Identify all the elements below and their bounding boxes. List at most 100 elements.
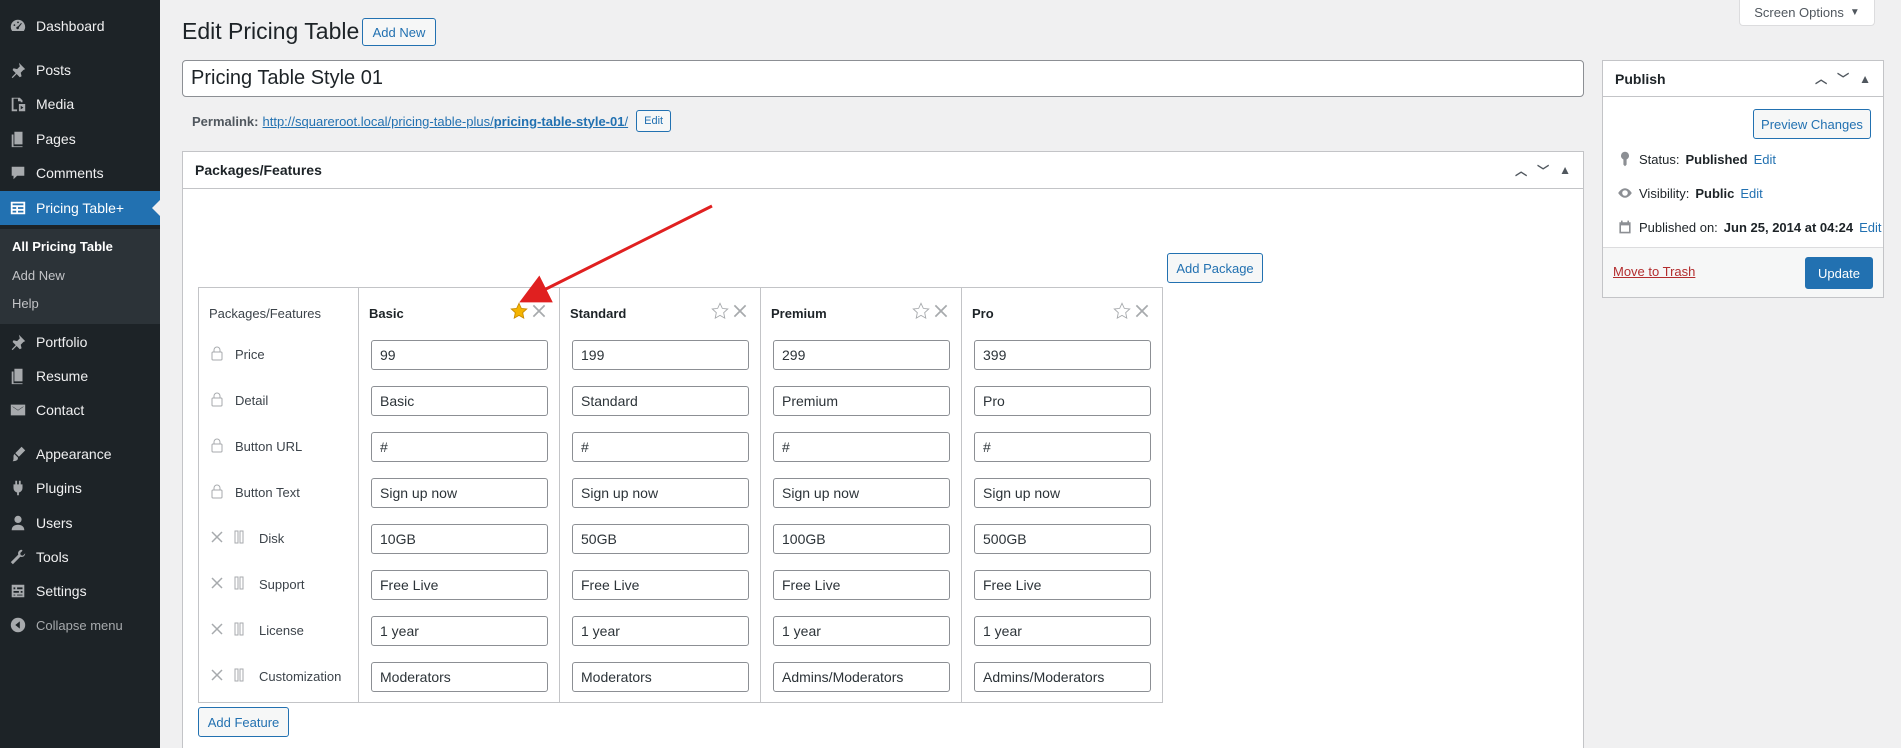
pricing-table-submenu: All Pricing Table Add New Help: [0, 229, 160, 324]
sidebar-item-plugins[interactable]: Plugins: [0, 471, 160, 505]
update-button[interactable]: Update: [1805, 257, 1873, 289]
package-value-input[interactable]: 50GB: [572, 524, 749, 554]
preview-changes-button[interactable]: Preview Changes: [1753, 109, 1871, 139]
submenu-item-all-pricing-table[interactable]: All Pricing Table: [12, 239, 113, 254]
dashboard-icon: [0, 17, 36, 35]
submenu-item-add-new[interactable]: Add New: [12, 268, 65, 283]
package-value-input[interactable]: 500GB: [974, 524, 1151, 554]
sidebar-item-collapse-menu[interactable]: Collapse menu: [0, 608, 160, 642]
star-filled-icon[interactable]: [510, 302, 528, 323]
package-value-input[interactable]: 99: [371, 340, 548, 370]
visibility-row: Visibility: Public Edit: [1617, 185, 1763, 201]
package-value-input[interactable]: Standard: [572, 386, 749, 416]
remove-feature-icon[interactable]: [209, 667, 225, 686]
remove-feature-icon[interactable]: [209, 575, 225, 594]
sidebar-item-users[interactable]: Users: [0, 506, 160, 540]
add-package-button[interactable]: Add Package: [1167, 253, 1263, 283]
package-value-input[interactable]: Sign up now: [572, 478, 749, 508]
package-value-input[interactable]: 199: [572, 340, 749, 370]
package-value-input[interactable]: Free Live: [371, 570, 548, 600]
package-value-input[interactable]: Premium: [773, 386, 950, 416]
remove-feature-icon[interactable]: [209, 621, 225, 640]
package-value-input[interactable]: 1 year: [572, 616, 749, 646]
sidebar-item-settings[interactable]: Settings: [0, 574, 160, 608]
package-value-input[interactable]: 1 year: [773, 616, 950, 646]
features-column-header: Packages/Features: [209, 306, 322, 321]
package-value-input[interactable]: Sign up now: [773, 478, 950, 508]
star-icon[interactable]: [711, 302, 729, 323]
sidebar-item-pages[interactable]: Pages: [0, 122, 160, 156]
sidebar-item-media[interactable]: Media: [0, 87, 160, 121]
star-icon[interactable]: [912, 302, 930, 323]
package-value-input[interactable]: 1 year: [371, 616, 548, 646]
remove-package-icon[interactable]: [1133, 302, 1151, 323]
feature-name: Detail: [235, 393, 269, 408]
collapse-icon: [0, 616, 36, 634]
package-value-input[interactable]: Free Live: [974, 570, 1151, 600]
screen-options-button[interactable]: Screen Options ▼: [1739, 0, 1875, 26]
lock-icon: [209, 345, 225, 364]
sidebar-item-label: Tools: [36, 549, 69, 565]
package-value-input[interactable]: 100GB: [773, 524, 950, 554]
package-value-input[interactable]: Sign up now: [371, 478, 548, 508]
move-to-trash-link[interactable]: Move to Trash: [1613, 264, 1695, 279]
sidebar-item-comments[interactable]: Comments: [0, 156, 160, 190]
sidebar-item-resume[interactable]: Resume: [0, 359, 160, 393]
package-column: Pro 399 Pro # Sign up now 500GB Free Live 1 yea…: [962, 288, 1163, 702]
package-value-input[interactable]: #: [572, 432, 749, 462]
sidebar-item-appearance[interactable]: Appearance: [0, 437, 160, 471]
package-value-input[interactable]: #: [974, 432, 1151, 462]
pricing-table-grid: Packages/Features Price Detail Button URL Bu…: [198, 287, 1163, 703]
submenu-item-help[interactable]: Help: [12, 296, 39, 311]
sidebar-item-pricing-table[interactable]: Pricing Table+: [0, 191, 160, 225]
drag-handle-icon[interactable]: [231, 529, 247, 548]
package-value-input[interactable]: Basic: [371, 386, 548, 416]
remove-feature-icon[interactable]: [209, 529, 225, 548]
move-down-icon[interactable]: ﹀: [1537, 162, 1549, 179]
lock-icon: [209, 483, 225, 502]
sidebar-item-label: Plugins: [36, 480, 82, 496]
calendar-icon: [1619, 220, 1631, 234]
toggle-panel-icon[interactable]: ▲: [1559, 163, 1571, 177]
package-value-input[interactable]: Moderators: [572, 662, 749, 692]
package-value-input[interactable]: 399: [974, 340, 1151, 370]
sidebar-item-portfolio[interactable]: Portfolio: [0, 325, 160, 359]
add-feature-button[interactable]: Add Feature: [198, 707, 289, 737]
package-value-input[interactable]: 1 year: [974, 616, 1151, 646]
edit-status-link[interactable]: Edit: [1754, 152, 1776, 167]
package-value-input[interactable]: Admins/Moderators: [773, 662, 950, 692]
package-value-input[interactable]: 299: [773, 340, 950, 370]
move-down-icon[interactable]: ﹀: [1837, 70, 1849, 87]
package-value-input[interactable]: #: [371, 432, 548, 462]
move-up-icon[interactable]: ︿: [1815, 70, 1827, 87]
remove-package-icon[interactable]: [530, 302, 548, 323]
permalink-link[interactable]: http://squareroot.local/pricing-table-pl…: [262, 114, 628, 129]
sidebar-item-dashboard[interactable]: Dashboard: [0, 9, 160, 43]
sidebar-item-posts[interactable]: Posts: [0, 53, 160, 87]
package-value-input[interactable]: 10GB: [371, 524, 548, 554]
package-value-input[interactable]: Free Live: [572, 570, 749, 600]
toggle-panel-icon[interactable]: ▲: [1859, 72, 1871, 86]
edit-visibility-link[interactable]: Edit: [1740, 186, 1762, 201]
drag-handle-icon[interactable]: [231, 621, 247, 640]
add-new-button[interactable]: Add New: [362, 18, 436, 46]
remove-package-icon[interactable]: [731, 302, 749, 323]
drag-handle-icon[interactable]: [231, 575, 247, 594]
admin-sidebar: Dashboard Posts Media Pages Comments Pricing …: [0, 0, 160, 748]
remove-package-icon[interactable]: [932, 302, 950, 323]
package-value-input[interactable]: Sign up now: [974, 478, 1151, 508]
sidebar-item-contact[interactable]: Contact: [0, 393, 160, 427]
drag-handle-icon[interactable]: [231, 667, 247, 686]
post-title-input[interactable]: Pricing Table Style 01: [182, 60, 1584, 97]
package-value-input[interactable]: Free Live: [773, 570, 950, 600]
package-value-input[interactable]: #: [773, 432, 950, 462]
package-value-input[interactable]: Moderators: [371, 662, 548, 692]
edit-date-link[interactable]: Edit: [1859, 220, 1881, 235]
move-up-icon[interactable]: ︿: [1515, 162, 1527, 179]
edit-permalink-button[interactable]: Edit: [636, 110, 672, 132]
package-value-input[interactable]: Pro: [974, 386, 1151, 416]
feature-row: License: [209, 621, 304, 640]
package-value-input[interactable]: Admins/Moderators: [974, 662, 1151, 692]
sidebar-item-tools[interactable]: Tools: [0, 540, 160, 574]
star-icon[interactable]: [1113, 302, 1131, 323]
